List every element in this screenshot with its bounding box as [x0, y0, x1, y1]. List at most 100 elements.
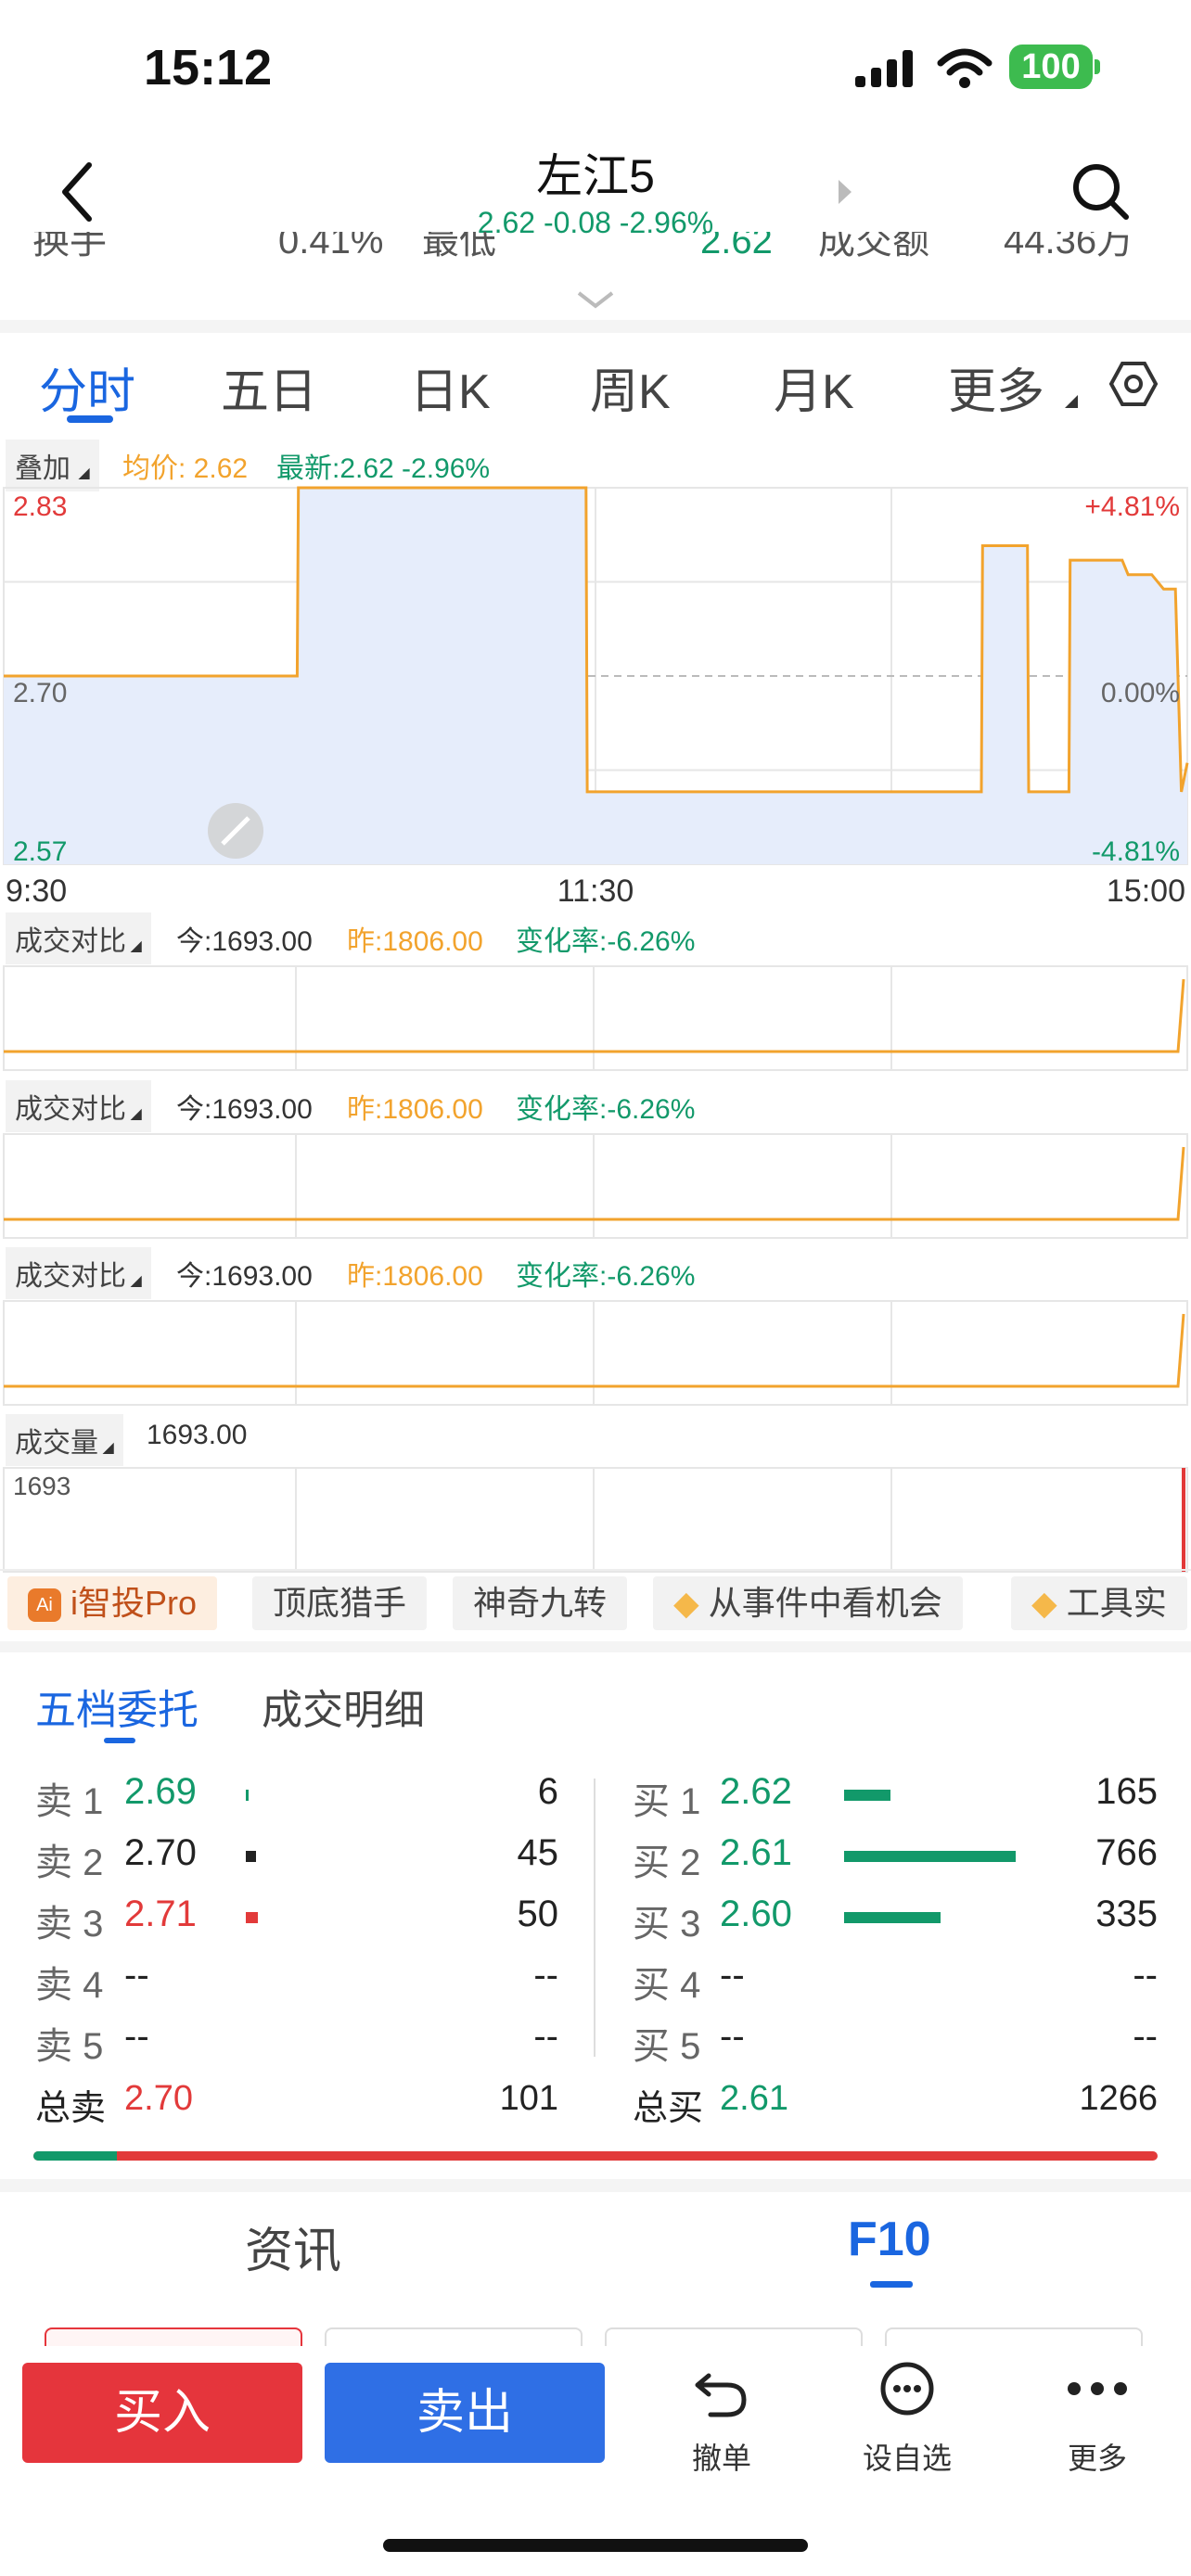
orderbook-divider: [594, 1779, 596, 2057]
page-title: 左江5: [536, 150, 655, 202]
sell-depth-bar: [246, 1851, 256, 1862]
sell-level-qty: --: [533, 1955, 558, 1996]
search-icon[interactable]: [1069, 159, 1133, 224]
yesterday-volume: 昨:1806.00: [347, 1261, 483, 1292]
buy-level-label: 买 1: [633, 1781, 701, 1822]
tab-weekly-k[interactable]: 周K: [590, 352, 671, 422]
intraday-price-chart[interactable]: 2.83 2.70 2.57 +4.81% 0.00% -4.81% 9:30 11:30 15…: [0, 484, 1191, 911]
buy-button[interactable]: 买入: [22, 2363, 302, 2463]
tool-event-opportunity[interactable]: ◆ 从事件中看机会: [653, 1576, 963, 1630]
stat-label-turnover: 换手: [32, 232, 107, 261]
buy-depth-bar: [844, 1851, 1016, 1862]
y-left-label: 2.57: [13, 836, 67, 867]
cancel-order-label[interactable]: 撤单: [657, 2435, 787, 2478]
dropdown-triangle-icon: ◢: [126, 1273, 142, 1289]
volume-value: 1693.00: [147, 1420, 248, 1450]
expand-chevron-icon[interactable]: [575, 289, 616, 312]
volume-compare-dropdown[interactable]: 成交对比 ◢: [6, 1080, 151, 1132]
tool-magic-nine[interactable]: 神奇九转: [453, 1576, 628, 1630]
today-volume: 今:1693.00: [176, 1261, 313, 1292]
cellular-signal-icon: [855, 50, 913, 87]
sell-level-price: --: [124, 1955, 149, 1996]
volume-compare-dropdown[interactable]: 成交对比 ◢: [6, 912, 151, 964]
next-stock-icon[interactable]: [835, 176, 857, 208]
volume-compare-chart: [3, 1300, 1188, 1406]
stat-value-turnover: 0.41%: [278, 232, 384, 261]
volume-compare-chart: [3, 965, 1188, 1071]
y-right-label: 0.00%: [1101, 678, 1180, 708]
tab-active-indicator: [104, 1738, 135, 1743]
x-tick-label: 9:30: [6, 874, 67, 909]
tool-utility[interactable]: ◆ 工具实: [1011, 1576, 1187, 1630]
tab-active-indicator: [870, 2281, 913, 2288]
dropdown-triangle-icon: ◢: [98, 1440, 114, 1456]
sell-level-price: --: [124, 2016, 149, 2057]
stat-value-amount: 44.36万: [1004, 232, 1134, 261]
tab-more[interactable]: 更多: [948, 352, 1044, 422]
sell-level-qty: 6: [537, 1771, 558, 1812]
buy-depth-bar: [844, 1912, 941, 1923]
wifi-icon: [937, 48, 992, 88]
total-sell-price: 2.70: [124, 2079, 193, 2118]
latest-price-label: 最新:2.62 -2.96%: [276, 453, 491, 484]
chat-more-icon[interactable]: [877, 2361, 937, 2420]
volume-axis-label: 1693: [13, 1472, 71, 1500]
sell-button[interactable]: 卖出: [325, 2363, 605, 2463]
order-ratio-sell-fill: [33, 2151, 117, 2161]
sell-level-label: 卖 2: [35, 1843, 104, 1883]
buy-level-price: 2.61: [720, 1832, 792, 1873]
change-rate: 变化率:-6.26%: [516, 1094, 696, 1125]
tab-five-levels[interactable]: 五档委托: [35, 1677, 198, 1736]
tool-label: 神奇九转: [473, 1584, 608, 1622]
tab-daily-k[interactable]: 日K: [410, 352, 491, 422]
stat-value-low: 2.62: [700, 232, 773, 261]
divider: [0, 320, 1191, 333]
tab-f10[interactable]: F10: [848, 2212, 931, 2267]
tab-news[interactable]: 资讯: [245, 2212, 341, 2281]
y-left-label: 2.70: [13, 678, 67, 708]
sell-level-price: 2.71: [124, 1894, 197, 1934]
volume-compare-dropdown[interactable]: 成交对比 ◢: [6, 1247, 151, 1299]
tab-five-day[interactable]: 五日: [221, 352, 317, 422]
tool-label: i智投Pro: [70, 1584, 198, 1622]
buy-level-price: --: [720, 2016, 745, 2057]
more-label[interactable]: 更多: [1032, 2435, 1162, 2478]
dropdown-triangle-icon: ◢: [78, 465, 90, 481]
avg-price-label: 均价: 2.62: [122, 453, 249, 484]
buy-level-qty: 766: [1095, 1832, 1158, 1873]
stat-label-amount: 成交额: [818, 232, 929, 261]
change-rate: 变化率:-6.26%: [516, 1261, 696, 1292]
tool-top-bottom-hunter[interactable]: 顶底猎手: [252, 1576, 428, 1630]
diamond-icon: ◆: [673, 1584, 699, 1622]
tab-trade-details[interactable]: 成交明细: [262, 1677, 425, 1736]
panel-label: 成交对比: [15, 1261, 126, 1292]
more-dots-icon[interactable]: [1065, 2379, 1130, 2398]
tool-izhitou-pro[interactable]: Ai i智投Pro: [7, 1576, 218, 1630]
divider: [0, 2179, 1191, 2192]
today-volume: 今:1693.00: [176, 926, 313, 957]
buy-level-price: 2.60: [720, 1894, 792, 1934]
tool-label: 工具实: [1066, 1584, 1167, 1622]
volume-chart: [3, 1467, 1188, 1573]
volume-dropdown[interactable]: 成交量 ◢: [6, 1414, 123, 1466]
buy-level-price: --: [720, 1955, 745, 1996]
sell-level-qty: --: [533, 2016, 558, 2057]
sell-level-label: 卖 3: [35, 1904, 104, 1945]
buy-depth-bar: [844, 1790, 890, 1801]
panel-frame: [3, 1133, 1188, 1239]
ai-badge-icon: Ai: [28, 1588, 61, 1623]
sell-level-qty: 45: [517, 1832, 559, 1873]
buy-level-label: 买 5: [633, 2026, 701, 2067]
battery-indicator: 100: [1009, 45, 1093, 89]
add-watchlist-label[interactable]: 设自选: [842, 2435, 972, 2478]
tab-monthly-k[interactable]: 月K: [774, 352, 854, 422]
y-right-label: -4.81%: [1092, 836, 1180, 867]
tab-active-indicator: [67, 415, 113, 423]
sell-depth-bar: [246, 1790, 249, 1801]
tab-intraday[interactable]: 分时: [39, 352, 135, 422]
yesterday-volume: 昨:1806.00: [347, 926, 483, 957]
panel-label: 成交量: [15, 1428, 98, 1459]
settings-hexagon-icon[interactable]: [1108, 358, 1159, 410]
buy-level-qty: 165: [1095, 1771, 1158, 1812]
undo-icon[interactable]: [692, 2363, 749, 2420]
